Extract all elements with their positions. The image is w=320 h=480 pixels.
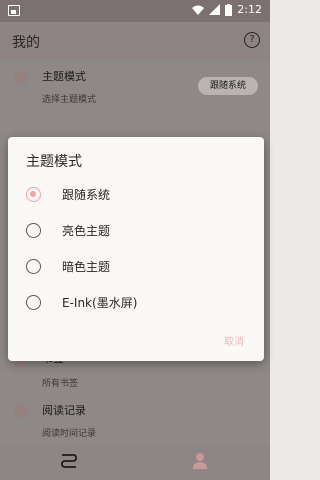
bookshelf-icon[interactable] — [60, 453, 78, 469]
image-notification-icon — [8, 5, 20, 16]
cancel-button[interactable]: 取消 — [224, 333, 244, 348]
status-bar: 2:12 — [0, 0, 270, 22]
app-bar: 我的 ? — [0, 22, 270, 60]
option-dark-theme[interactable]: 暗色主题 — [8, 253, 264, 281]
option-label: 暗色主题 — [62, 260, 111, 274]
theme-title: 主题模式 — [42, 70, 86, 83]
option-label: 亮色主题 — [62, 224, 111, 238]
theme-value-chip: 跟随系统 — [198, 77, 258, 95]
profile-icon[interactable] — [192, 452, 208, 470]
theme-mode-dialog: 主题模式 跟随系统 亮色主题 暗色主题 E-Ink(墨水屏) 取消 — [8, 137, 264, 361]
radio-icon[interactable] — [26, 259, 41, 274]
bookmark-subtitle: 所有书签 — [42, 379, 79, 389]
option-label: 跟随系统 — [62, 188, 111, 202]
radio-icon[interactable] — [26, 295, 41, 310]
theme-subtitle: 选择主题模式 — [42, 95, 97, 105]
page-title: 我的 — [12, 35, 40, 51]
wifi-icon — [192, 5, 205, 15]
shirt-icon — [14, 71, 28, 85]
history-title: 阅读记录 — [42, 404, 86, 417]
bottom-navigation — [0, 445, 270, 480]
signal-icon — [209, 4, 221, 15]
dialog-title: 主题模式 — [26, 154, 82, 170]
status-time: 2:12 — [237, 3, 262, 16]
history-icon — [14, 404, 28, 418]
history-subtitle: 阅读时间记录 — [42, 429, 97, 439]
option-follow-system[interactable]: 跟随系统 — [8, 181, 264, 209]
option-light-theme[interactable]: 亮色主题 — [8, 217, 264, 245]
radio-selected-icon[interactable] — [26, 187, 41, 202]
battery-icon — [225, 3, 233, 16]
help-icon[interactable]: ? — [244, 32, 260, 48]
option-eink[interactable]: E-Ink(墨水屏) — [8, 289, 264, 317]
option-label: E-Ink(墨水屏) — [62, 296, 138, 310]
radio-icon[interactable] — [26, 223, 41, 238]
